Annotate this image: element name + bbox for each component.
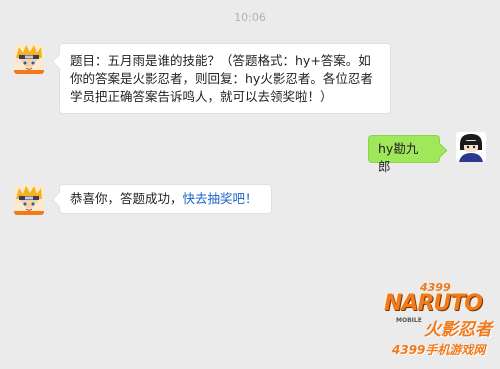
message-text-prefix: 恭喜你，答题成功， [70, 191, 183, 206]
bubble-tail [51, 191, 68, 208]
message-text: 恭喜你，答题成功，快去抽奖吧！ [70, 190, 261, 208]
user-avatar-icon [456, 132, 486, 162]
message-text: 题目：五月雨是谁的技能？（答题格式：hy+答案。如 你的答案是火影忍者，则回复：… [70, 53, 373, 104]
bubble-tail [431, 142, 448, 159]
message-bubble-bot[interactable]: 恭喜你，答题成功，快去抽奖吧！ [51, 184, 272, 214]
naruto-avatar[interactable] [14, 185, 44, 215]
lottery-link[interactable]: 快去抽奖吧！ [183, 191, 258, 206]
naruto-avatar-icon [14, 185, 44, 215]
message-timestamp: 10:06 [234, 11, 266, 24]
watermark-brand: NARUTO [384, 291, 483, 316]
naruto-4399-watermark: 4399 NARUTO MOBILE 火影忍者 4399手机游戏网 [382, 281, 494, 363]
user-avatar[interactable] [456, 132, 486, 162]
naruto-avatar[interactable] [14, 44, 44, 74]
message-bubble-user[interactable]: hy勘九郎 [368, 135, 448, 174]
watermark-title: 火影忍者 [424, 320, 492, 340]
message-text: hy勘九郎 [378, 141, 419, 174]
naruto-avatar-icon [14, 44, 44, 74]
bubble-tail [51, 53, 68, 70]
watermark-mobile: MOBILE [396, 317, 422, 324]
message-bubble-bot[interactable]: 题目：五月雨是谁的技能？（答题格式：hy+答案。如 你的答案是火影忍者，则回复：… [51, 43, 391, 114]
watermark-subtitle: 4399手机游戏网 [392, 343, 486, 357]
